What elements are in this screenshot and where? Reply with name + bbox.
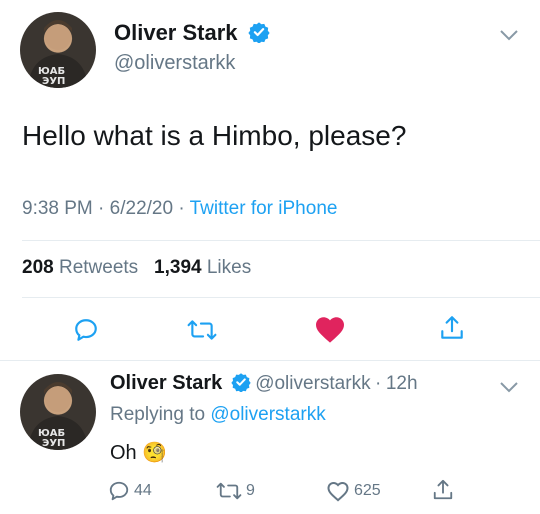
meta-separator: · (98, 198, 110, 219)
reply-avatar[interactable]: ЮАБ ЭУП (20, 374, 96, 450)
reply-chevron-down-icon[interactable] (500, 380, 518, 398)
likes-count: 1,394 (154, 257, 202, 278)
tweet-meta: 9:38 PM · 6/22/20 · Twitter for iPhone (22, 198, 337, 220)
reply-replies-count: 44 (134, 482, 152, 499)
svg-text:ЭУП: ЭУП (42, 438, 65, 449)
retweet-icon (216, 482, 242, 500)
svg-text:ЭУП: ЭУП (42, 76, 65, 87)
tweet-time: 9:38 PM (22, 198, 93, 219)
avatar-photo: ЮАБ ЭУП (28, 382, 88, 450)
author-name-text: Oliver Stark (114, 20, 238, 45)
retweets-label: Retweets (58, 257, 139, 278)
avatar[interactable]: ЮАБ ЭУП (20, 12, 96, 88)
reply-author-name[interactable]: Oliver Stark (110, 372, 222, 394)
chevron-down-icon[interactable] (500, 28, 518, 46)
tweet-text: Hello what is a Himbo, please? (22, 120, 407, 151)
reply-retweet-button[interactable]: 9 (216, 480, 255, 502)
heart-outline-icon (327, 481, 349, 502)
likes-label: Likes (206, 257, 252, 278)
like-button[interactable] (310, 310, 350, 348)
divider (22, 297, 540, 298)
reply-retweets-count: 9 (246, 482, 255, 499)
heart-icon (316, 317, 344, 343)
replying-label: Replying to (110, 404, 206, 425)
retweet-button[interactable] (182, 312, 222, 348)
tweet-source[interactable]: Twitter for iPhone (190, 198, 338, 219)
tweet-separator (0, 360, 540, 361)
retweets-stat[interactable]: 208 Retweets (22, 257, 138, 278)
tweet-stats: 208 Retweets 1,394 Likes (22, 257, 251, 279)
reply-author-handle[interactable]: @oliverstarkk (255, 373, 370, 394)
reply-likes-count: 625 (354, 482, 381, 499)
avatar-photo: ЮАБ ЭУП (28, 20, 88, 88)
divider (22, 240, 540, 241)
reply-button[interactable] (68, 312, 104, 348)
reply-icon (75, 319, 97, 341)
reply-icon (109, 481, 129, 501)
replying-to-link[interactable]: @oliverstarkk (210, 404, 325, 425)
share-icon (441, 316, 463, 339)
retweet-icon (187, 320, 217, 340)
meta-separator: · (375, 373, 382, 394)
reply-like-button[interactable]: 625 (326, 480, 381, 502)
author-name[interactable]: Oliver Stark (114, 20, 270, 46)
reply-text-row: Oh 🧐 (110, 440, 167, 465)
verified-badge-icon (248, 22, 270, 43)
replying-to: Replying to @oliverstarkk (110, 404, 326, 426)
author-handle[interactable]: @oliverstarkk (114, 52, 235, 75)
share-icon (433, 479, 453, 500)
meta-separator: · (178, 198, 190, 219)
reply-header: Oliver Stark @oliverstarkk · 12h (110, 372, 418, 395)
reply-time[interactable]: 12h (386, 373, 418, 394)
likes-stat[interactable]: 1,394 Likes (154, 257, 251, 278)
monocle-emoji: 🧐 (142, 442, 168, 464)
retweets-count: 208 (22, 257, 54, 278)
reply-reply-button[interactable]: 44 (108, 480, 152, 502)
reply-text: Oh (110, 442, 137, 464)
verified-badge-icon (231, 373, 251, 392)
share-button[interactable] (434, 310, 470, 346)
tweet-date: 6/22/20 (109, 198, 174, 219)
reply-share-button[interactable] (432, 478, 454, 502)
